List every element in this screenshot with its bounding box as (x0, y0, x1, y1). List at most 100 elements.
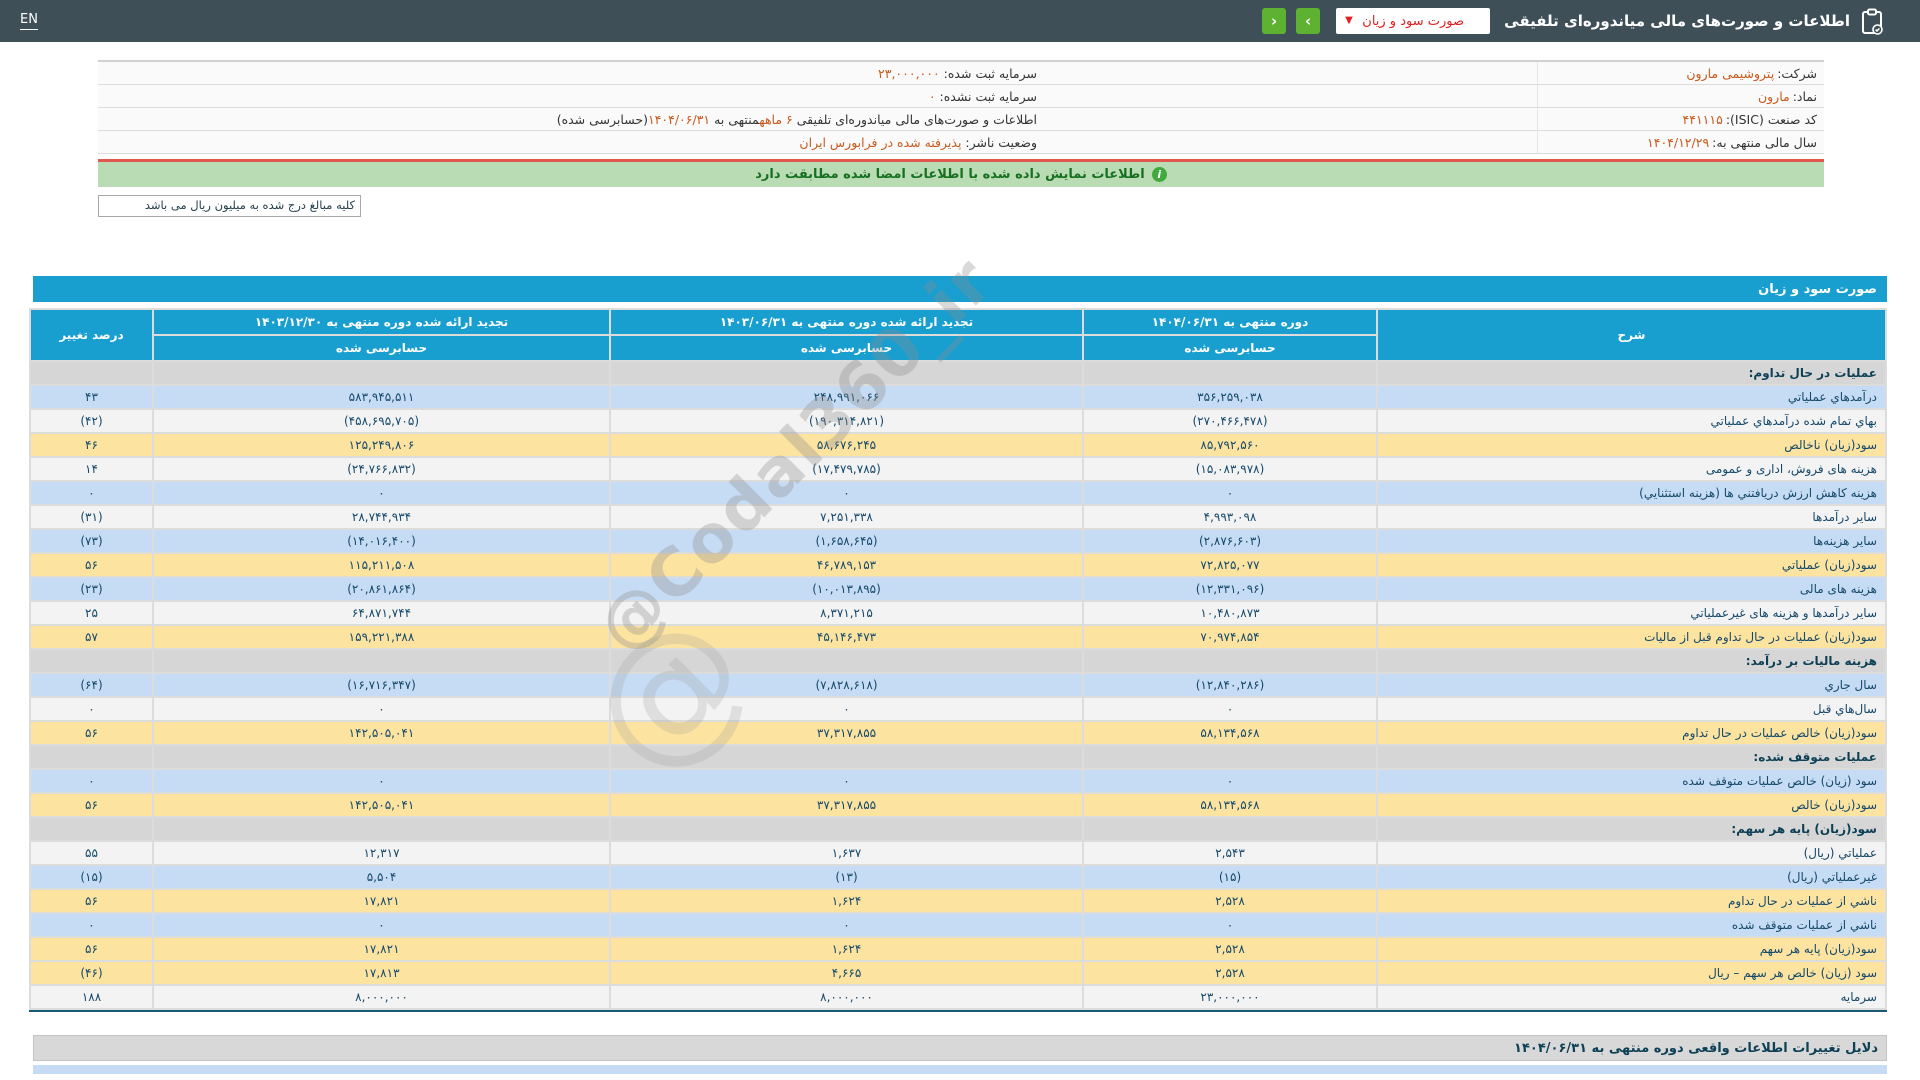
row-value: ۳۷,۳۱۷,۸۵۵ (611, 794, 1082, 816)
row-value: ۰ (1084, 698, 1376, 720)
row-value: (۱۵) (31, 866, 152, 888)
col-subheader-audited-3: حسابرسی شده (154, 336, 609, 360)
row-value: ۱۴ (31, 458, 152, 480)
previous-statement-button[interactable]: ‹ (1262, 8, 1287, 34)
section-header-empty-cell (1084, 818, 1376, 840)
row-value: (۱۹۰,۳۱۴,۸۲۱) (611, 410, 1082, 432)
row-value: (۳۱) (31, 506, 152, 528)
section-header-empty-cell (154, 746, 609, 768)
info-value: ۴۴۱۱۱۵ (1682, 111, 1723, 127)
info-label: نماد: (1792, 88, 1817, 104)
report-type-selected-value: صورت سود و زیان (1362, 13, 1465, 29)
section-header-label: هزينه ماليات بر درآمد: (1378, 650, 1885, 672)
row-value: ۱۴۲,۵۰۵,۰۴۱ (154, 794, 609, 816)
row-value: ۰ (31, 482, 152, 504)
row-value: (۷۳) (31, 530, 152, 552)
row-description: هزينه هاى مالى (1378, 578, 1885, 600)
row-value: ۴۶ (31, 434, 152, 456)
row-value: ۱,۶۲۴ (611, 938, 1082, 960)
row-value: ۵۷ (31, 626, 152, 648)
row-value: ۳۷,۳۱۷,۸۵۵ (611, 722, 1082, 744)
info-label: وضعیت ناشر: (961, 134, 1037, 150)
section-header-empty-cell (154, 650, 609, 672)
clipboard-report-icon (1860, 8, 1884, 35)
row-value: ۵۶ (31, 938, 152, 960)
row-description: ساير درآمدها (1378, 506, 1885, 528)
row-value: ۲,۵۲۸ (1084, 890, 1376, 912)
statement-data-row: هزينه هاى مالى (۱۲,۳۳۱,۰۹۶) (۱۰,۰۱۳,۸۹۵) (۲… (31, 578, 1885, 600)
row-value: ۰ (154, 914, 609, 936)
statement-data-row: عملياتي (ريال) ۲,۵۴۳ ۱,۶۳۷ ۱۲,۳۱۷ ۵۵ (31, 842, 1885, 864)
col-header-description: شرح (1378, 310, 1885, 360)
row-value: ۷۲,۸۲۵,۰۷۷ (1084, 554, 1376, 576)
section-header-empty-cell (611, 746, 1082, 768)
info-label: اطلاعات و صورت‌های مالی میاندوره‌ای تلفی… (792, 111, 1037, 127)
row-value: ۵۶ (31, 890, 152, 912)
info-value: ۰ (928, 88, 936, 104)
statement-data-row: سود(زيان) ناخالص ۸۵,۷۹۲,۵۶۰ ۵۸,۶۷۶,۲۴۵ ۱۲۵,… (31, 434, 1885, 456)
company-info-row: شرکت: پتروشیمی مارون سرمایه ثبت شده: ۲۳,۰… (98, 62, 1824, 85)
income-statement-title-bar: صورت سود و زیان (33, 276, 1887, 302)
company-info-left-cell: سرمایه ثبت شده: ۲۳,۰۰۰,۰۰۰ (98, 64, 1037, 83)
row-description: سود(زيان) خالص عمليات در حال تداوم (1378, 722, 1885, 744)
row-description: عملياتي (ريال) (1378, 842, 1885, 864)
row-value: ۰ (1084, 914, 1376, 936)
col-subheader-audited-2: حسابرسی شده (611, 336, 1082, 360)
section-header-label: عمليات متوقف شده: (1378, 746, 1885, 768)
row-value: ۰ (154, 770, 609, 792)
section-header-empty-cell (31, 746, 152, 768)
row-value: ۵۶ (31, 722, 152, 744)
statement-data-row: بهاي تمام شده درآمدهاي عملياتي (۲۷۰,۴۶۶,۴… (31, 410, 1885, 432)
row-value: ۲,۵۲۸ (1084, 962, 1376, 984)
row-description: غيرعملياتي (ريال) (1378, 866, 1885, 888)
section-header-empty-cell (31, 650, 152, 672)
statement-data-row: درآمدهاي عملياتي ۳۵۶,۲۵۹,۰۳۸ ۲۴۸,۹۹۱,۰۶۶ ۵۸… (31, 386, 1885, 408)
row-value: ۵,۵۰۴ (154, 866, 609, 888)
row-description: سود(زيان) پايه هر سهم (1378, 938, 1885, 960)
income-statement-section: صورت سود و زیان شرح دوره منتهی به ۱۴۰۴/۰… (29, 242, 1887, 1012)
row-value: (۲۰,۸۶۱,۸۶۴) (154, 578, 609, 600)
row-description: ناشي از عمليات در حال تداوم (1378, 890, 1885, 912)
section-header-empty-cell (611, 362, 1082, 384)
row-value: ۰ (31, 698, 152, 720)
row-value: (۴۲) (31, 410, 152, 432)
row-value: ۰ (611, 770, 1082, 792)
row-description: هزينه كاهش ارزش دريافتني ها (هزينه استثن… (1378, 482, 1885, 504)
row-value: ۰ (611, 482, 1082, 504)
statement-data-row: ساير درآمدها و هزينه هاى غيرعملياتي ۱۰,۴۸… (31, 602, 1885, 624)
statement-data-row: ناشي از عمليات متوقف شده ۰ ۰ ۰ ۰ (31, 914, 1885, 936)
chevron-down-icon: ▼ (1345, 15, 1353, 26)
company-info-left-cell: وضعیت ناشر: پذیرفته شده در فرابورس ایران (98, 133, 1037, 152)
row-value: ۰ (1084, 482, 1376, 504)
row-value: ۴,۶۶۵ (611, 962, 1082, 984)
row-value: (۱۲,۸۴۰,۲۸۶) (1084, 674, 1376, 696)
info-label: منتهی به (710, 111, 760, 127)
row-value: ۱۸۸ (31, 986, 152, 1008)
section-header-empty-cell (31, 818, 152, 840)
row-value: ۷,۲۵۱,۳۳۸ (611, 506, 1082, 528)
statement-data-row: ساير هزينه‌ها (۲,۸۷۶,۶۰۳) (۱,۶۵۸,۶۴۵) (۱۴,۰… (31, 530, 1885, 552)
section-header-empty-cell (611, 650, 1082, 672)
row-value: ۵۵ (31, 842, 152, 864)
info-value: ۶ ماهه (759, 111, 793, 127)
section-header-empty-cell (611, 818, 1082, 840)
language-toggle-en[interactable]: EN (20, 12, 38, 30)
section-header-empty-cell (1084, 362, 1376, 384)
top-bar: اطلاعات و صورت‌های مالی میاندوره‌ای تلفی… (0, 0, 1920, 42)
row-value: ۲,۵۲۸ (1084, 938, 1376, 960)
row-value: (۷,۸۲۸,۶۱۸) (611, 674, 1082, 696)
row-value: ۱,۶۲۴ (611, 890, 1082, 912)
report-type-dropdown[interactable]: صورت سود و زیان ▼ (1336, 8, 1491, 34)
row-value: ۱۷,۸۱۳ (154, 962, 609, 984)
next-statement-button[interactable]: › (1296, 8, 1321, 34)
section-header-label: عملیات در حال تداوم: (1378, 362, 1885, 384)
statement-data-row: سود(زيان) پايه هر سهم ۲,۵۲۸ ۱,۶۲۴ ۱۷,۸۲۱ ۵۶ (31, 938, 1885, 960)
row-description: ناشي از عمليات متوقف شده (1378, 914, 1885, 936)
row-value: ۶۴,۸۷۱,۷۴۴ (154, 602, 609, 624)
company-info-right-cell: کد صنعت (ISIC): ۴۴۱۱۱۵ (1537, 108, 1824, 130)
company-info-table: شرکت: پتروشیمی مارون سرمایه ثبت شده: ۲۳,۰… (98, 60, 1824, 154)
company-info-left-cell: اطلاعات و صورت‌های مالی میاندوره‌ای تلفی… (98, 110, 1037, 129)
info-value: ۱۴۰۴/۱۲/۲۹ (1647, 134, 1710, 150)
row-value: (۱۲,۳۳۱,۰۹۶) (1084, 578, 1376, 600)
row-description: سرمايه (1378, 986, 1885, 1008)
